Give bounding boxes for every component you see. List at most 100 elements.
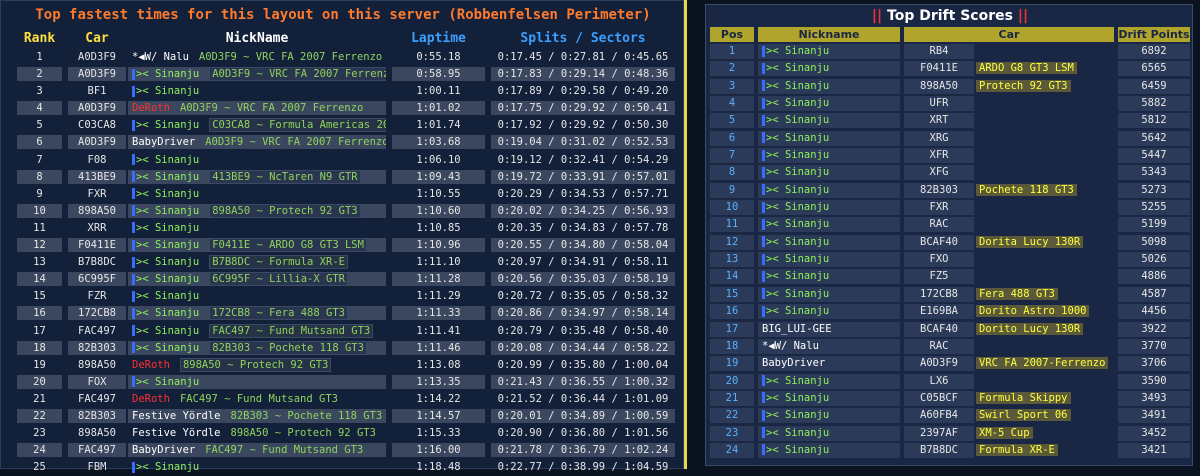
drift-nickname-cell: >< Sinanju [758, 96, 900, 111]
drift-points-cell: 3770 [1141, 339, 1167, 352]
car-code-cell: B7B8DC [78, 256, 116, 269]
pos-cell: 4 [728, 97, 736, 110]
pos-cell: 24 [725, 443, 739, 456]
nickname: >< Sinanju [132, 154, 199, 166]
laptime-cell: 1:14.22 [416, 392, 461, 405]
pos-cell: 11 [725, 218, 739, 231]
car-code-cell: 898A50 [78, 358, 116, 371]
car-code-cell: F0411E [68, 238, 126, 253]
drift-points-cell: 5882 [1141, 97, 1167, 110]
nickname: >< Sinanju [762, 45, 829, 57]
drift-nickname-cell: >< Sinanju [758, 44, 900, 59]
nickname-text: >< Sinanju [136, 256, 200, 269]
table-row: 20 FOX >< Sinanju 1:13.35 0:21.43 / 0:36.55 … [1, 374, 685, 391]
nickname: Festive Yördle [132, 427, 221, 439]
nickname-cell: DeRoth 898A50 ~ Protech 92 GT3 [128, 357, 386, 372]
flag-icon [132, 68, 135, 80]
nickname: >< Sinanju [132, 205, 199, 217]
car-code-cell: FZ5 [929, 270, 949, 283]
drift-nickname-cell: >< Sinanju [758, 217, 900, 232]
car-name-badge: A0D3F9 ~ VRC FA 2007 Ferrenzo [179, 102, 364, 115]
car-name-badge: Dorito Lucy 130R [976, 322, 1084, 335]
splits-cell: 0:22.77 / 0:38.99 / 1:04.59 [497, 461, 669, 474]
flag-icon [762, 80, 765, 92]
nickname-text: >< Sinanju [766, 62, 830, 75]
rank-cell: 24 [17, 443, 62, 458]
car-code-cell: F0411E [920, 62, 958, 75]
splits-cell: 0:20.35 / 0:34.83 / 0:57.78 [497, 221, 669, 234]
drift-nickname-cell: >< Sinanju [758, 235, 900, 250]
drift-points-cell: 4456 [1141, 305, 1167, 318]
pos-cell: 16 [725, 305, 739, 318]
car-code-cell: 413BE9 [68, 169, 126, 184]
drift-nickname-cell: >< Sinanju [758, 113, 900, 128]
nickname-text: >< Sinanju [136, 273, 200, 286]
car-name-cell: Dorito Lucy 130R [976, 322, 1108, 337]
car-code-cell: RAC [929, 339, 949, 352]
nickname-cell: >< Sinanju C03CA8 ~ Formula Americas 2019 [128, 118, 386, 133]
nickname-text: BIG_LUI-GEE [762, 322, 832, 335]
table-row: 5 C03CA8 >< Sinanju C03CA8 ~ Formula Americ… [1, 117, 685, 134]
pos-cell: 21 [725, 391, 739, 404]
drift-row: 16 >< Sinanju E169BA Dorito Astro 1000 4456 [706, 303, 1194, 320]
nickname: >< Sinanju [762, 305, 829, 317]
nickname: BabyDriver [132, 136, 195, 148]
drift-nickname-cell: >< Sinanju [758, 374, 900, 389]
rank-cell: 23 [33, 427, 46, 440]
nickname: *◀W/ Nalu [762, 340, 819, 352]
pos-cell: 7 [728, 149, 736, 162]
fastest-times-table: 1 A0D3F9 *◀W/ Nalu A0D3F9 ~ VRC FA 2007 Fer… [1, 49, 685, 476]
car-code-cell: RAC [929, 218, 949, 231]
car-name-badge: Formula Skippy [976, 391, 1071, 404]
flag-icon [762, 305, 765, 317]
nickname: BabyDriver [762, 357, 825, 369]
splits-cell: 0:19.72 / 0:33.91 / 0:57.01 [491, 169, 675, 184]
nickname-cell: BabyDriver FAC497 ~ Fund Mutsand GT3 [128, 443, 386, 458]
rank-cell: 21 [33, 392, 46, 405]
drift-scores-title: || Top Drift Scores || [706, 8, 1194, 24]
laptime-cell: 1:11.10 [416, 256, 461, 269]
car-name-cell: Formula Skippy [976, 391, 1108, 406]
drift-nickname-cell: >< Sinanju [758, 391, 900, 406]
nickname: >< Sinanju [762, 427, 829, 439]
nickname-text: >< Sinanju [766, 391, 830, 404]
drift-nickname-cell: >< Sinanju [758, 287, 900, 302]
splits-cell: 0:20.86 / 0:34.97 / 0:58.14 [491, 306, 675, 321]
car-code-cell: B7B8DC [920, 443, 958, 456]
rank-cell: 25 [33, 461, 46, 474]
car-name-badge: Dorita Lucy 130R [976, 235, 1084, 248]
nickname-text: >< Sinanju [136, 153, 200, 166]
splits-cell: 0:19.12 / 0:32.41 / 0:54.29 [497, 153, 669, 166]
flag-icon [762, 97, 765, 109]
nickname-text: >< Sinanju [136, 68, 200, 81]
car-name-badge: Pochete 118 GT3 [976, 183, 1077, 196]
car-code-cell: UFR [929, 97, 949, 110]
nickname-text: >< Sinanju [136, 341, 200, 354]
nickname-cell: >< Sinanju 172CB8 ~ Fera 488 GT3 [128, 306, 386, 321]
drift-nickname-cell: BabyDriver [758, 356, 900, 371]
rank-cell: 12 [17, 238, 62, 253]
drift-points-cell: 3491 [1141, 409, 1167, 422]
drift-points-cell: 3922 [1141, 322, 1167, 335]
nickname-text: *◀W/ Nalu [132, 51, 189, 63]
splits-cell: 0:20.08 / 0:34.44 / 0:58.22 [491, 340, 675, 355]
nickname-text: >< Sinanju [136, 170, 200, 183]
car-name-badge: FAC497 ~ Fund Mutsand GT3 [179, 392, 338, 405]
nickname-cell: >< Sinanju [128, 289, 386, 303]
drift-points-cell: 3421 [1141, 443, 1167, 456]
splits-cell: 0:21.52 / 0:36.44 / 1:01.09 [497, 392, 669, 405]
nickname: >< Sinanju [132, 68, 199, 80]
laptime-cell: 1:10.96 [392, 238, 485, 253]
header-drift-points: Drift Points [1118, 27, 1190, 42]
flag-icon [132, 119, 135, 131]
car-name-cell: Fera 488 GT3 [976, 287, 1108, 302]
nickname-cell: >< Sinanju [128, 153, 386, 167]
flag-icon [762, 427, 765, 439]
car-name-badge: C03CA8 ~ Formula Americas 2019 [209, 118, 386, 133]
splits-cell: 0:20.55 / 0:34.80 / 0:58.04 [491, 238, 675, 253]
pos-cell: 15 [725, 287, 739, 300]
nickname-cell: >< Sinanju A0D3F9 ~ VRC FA 2007 Ferrenzo [128, 67, 386, 82]
flag-icon [132, 171, 135, 183]
laptime-cell: 1:10.85 [416, 221, 461, 234]
drift-row: 4 >< Sinanju UFR 5882 [706, 95, 1194, 112]
